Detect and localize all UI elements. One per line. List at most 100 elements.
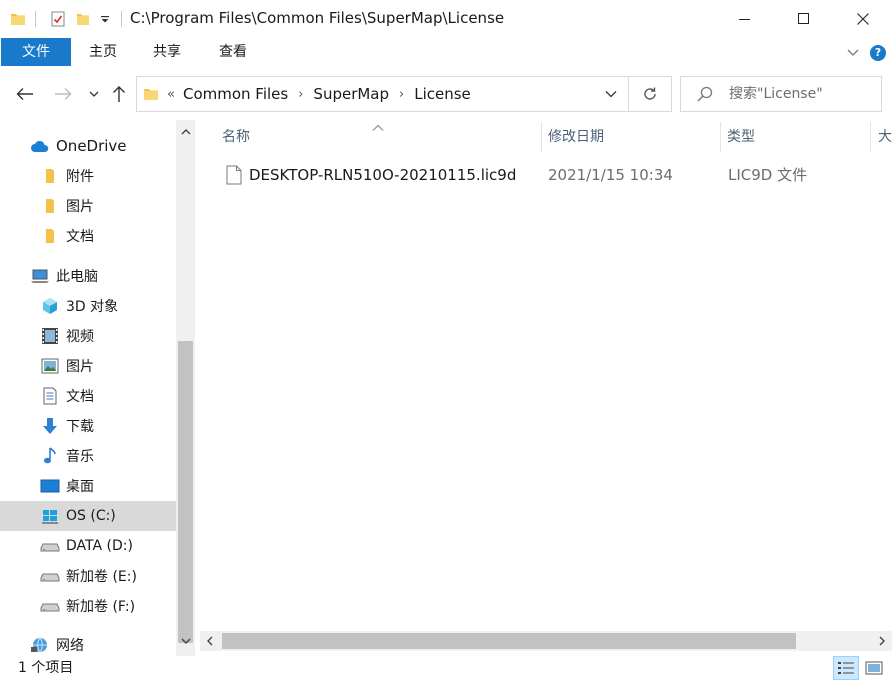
folder-icon (40, 166, 60, 186)
sidebar-item-label: 下载 (66, 419, 94, 435)
details-view-button[interactable] (833, 656, 859, 680)
address-bar[interactable]: « Common Files › SuperMap › License (136, 76, 672, 112)
cloud-icon (30, 136, 50, 156)
search-input[interactable] (729, 83, 877, 105)
ribbon: 文件 主页 共享 查看 (0, 38, 892, 66)
drive-icon (40, 566, 60, 586)
chevron-down-icon (89, 91, 99, 97)
column-header-type[interactable]: 类型 (727, 120, 755, 154)
chevron-down-icon (181, 638, 190, 644)
folder-icon (40, 226, 60, 246)
column-divider[interactable] (541, 122, 542, 152)
sidebar-item-onedrive[interactable]: OneDrive (0, 131, 176, 161)
sidebar-item-volume-e[interactable]: 新加卷 (E:) (0, 561, 176, 591)
scrollbar-thumb[interactable] (222, 633, 796, 649)
forward-button[interactable] (48, 72, 78, 116)
download-icon (40, 416, 60, 436)
chevron-down-icon (605, 91, 617, 98)
title-bar: C:\Program Files\Common Files\SuperMap\L… (0, 0, 892, 38)
file-name: DESKTOP-RLN510O-20210115.lic9d (249, 166, 517, 184)
breadcrumb-supermap[interactable]: SuperMap (313, 85, 389, 103)
sidebar-item-label: 视频 (66, 329, 94, 345)
column-header-name[interactable]: 名称 (222, 120, 250, 154)
scroll-left-button[interactable] (200, 631, 220, 651)
chevron-left-icon (207, 636, 213, 646)
pictures-icon (40, 356, 60, 376)
new-folder-icon[interactable] (71, 0, 95, 38)
sidebar-item-desktop[interactable]: 桌面 (0, 471, 176, 501)
tab-home[interactable]: 主页 (80, 38, 126, 66)
folder-icon (40, 196, 60, 216)
window-title: C:\Program Files\Common Files\SuperMap\L… (130, 9, 505, 27)
sidebar-item-label: 网络 (56, 638, 84, 654)
chevron-right-icon (879, 636, 885, 646)
large-icons-view-button[interactable] (861, 656, 887, 680)
breadcrumb-overflow[interactable]: « (167, 87, 175, 102)
scrollbar-thumb[interactable] (178, 341, 193, 643)
sidebar-item-onedrive-documents[interactable]: 文档 (0, 221, 176, 251)
tab-view[interactable]: 查看 (210, 38, 256, 66)
table-row[interactable]: DESKTOP-RLN510O-20210115.lic9d 2021/1/15… (212, 162, 882, 188)
sidebar-item-label: 文档 (66, 389, 94, 405)
back-button[interactable] (8, 72, 42, 116)
customize-dropdown-icon[interactable] (96, 0, 114, 38)
drive-icon (40, 596, 60, 616)
sidebar-item-downloads[interactable]: 下载 (0, 411, 176, 441)
folder-icon (6, 0, 30, 38)
scroll-right-button[interactable] (872, 631, 892, 651)
recent-locations-button[interactable] (84, 72, 104, 116)
minimize-button[interactable] (722, 0, 768, 38)
breadcrumb-license[interactable]: License (414, 85, 471, 103)
column-header-modified[interactable]: 修改日期 (548, 120, 604, 154)
close-button[interactable] (840, 0, 886, 38)
desktop-icon (40, 476, 60, 496)
expand-ribbon-icon[interactable] (845, 44, 861, 60)
sidebar-item-volume-f[interactable]: 新加卷 (F:) (0, 591, 176, 621)
sidebar-item-videos[interactable]: 视频 (0, 321, 176, 351)
sidebar-item-label: 图片 (66, 199, 94, 215)
sidebar-item-data-d[interactable]: DATA (D:) (0, 531, 176, 561)
navigation-pane-scrollbar[interactable] (176, 120, 195, 656)
file-icon (226, 165, 242, 185)
tab-file[interactable]: 文件 (1, 38, 71, 66)
minimize-icon (739, 19, 750, 20)
cube-icon (40, 296, 60, 316)
file-type: LIC9D 文件 (728, 166, 808, 184)
address-dropdown-button[interactable] (597, 77, 625, 111)
maximize-icon (798, 13, 809, 24)
sidebar-item-attachments[interactable]: 附件 (0, 161, 176, 191)
sidebar-item-onedrive-pictures[interactable]: 图片 (0, 191, 176, 221)
close-icon (857, 13, 869, 25)
up-arrow-icon (113, 86, 125, 102)
refresh-button[interactable] (628, 77, 671, 111)
scroll-down-button[interactable] (176, 631, 195, 651)
sidebar-item-label: 新加卷 (F:) (66, 599, 136, 615)
search-icon (697, 86, 713, 106)
maximize-button[interactable] (781, 0, 827, 38)
chevron-right-icon[interactable]: › (399, 87, 404, 102)
sidebar-item-this-pc[interactable]: 此电脑 (0, 261, 176, 291)
sidebar-item-music[interactable]: 音乐 (0, 441, 176, 471)
sidebar-item-3d-objects[interactable]: 3D 对象 (0, 291, 176, 321)
search-box[interactable] (680, 76, 882, 112)
up-button[interactable] (108, 72, 130, 116)
column-divider[interactable] (720, 122, 721, 152)
chevron-right-icon[interactable]: › (298, 87, 303, 102)
tab-share[interactable]: 共享 (144, 38, 190, 66)
details-view-icon (838, 662, 854, 674)
column-divider[interactable] (870, 122, 871, 152)
sidebar-item-os-c[interactable]: OS (C:) (0, 501, 176, 531)
windows-drive-icon (40, 506, 60, 526)
help-button[interactable]: ? (870, 45, 886, 61)
sidebar-item-pictures[interactable]: 图片 (0, 351, 176, 381)
separator (121, 11, 122, 27)
sidebar-item-documents[interactable]: 文档 (0, 381, 176, 411)
large-icons-view-icon (865, 661, 883, 675)
column-header-size[interactable]: 大 (878, 120, 892, 154)
navigation-pane: OneDrive 附件 图片 文档 此电脑 3D 对象 视频 图片 文档 下载 … (0, 120, 176, 656)
sidebar-item-label: 桌面 (66, 479, 94, 495)
file-list-horizontal-scrollbar[interactable] (200, 631, 892, 651)
breadcrumb-common-files[interactable]: Common Files (183, 85, 288, 103)
properties-icon[interactable] (46, 0, 70, 38)
scroll-up-button[interactable] (176, 122, 195, 142)
